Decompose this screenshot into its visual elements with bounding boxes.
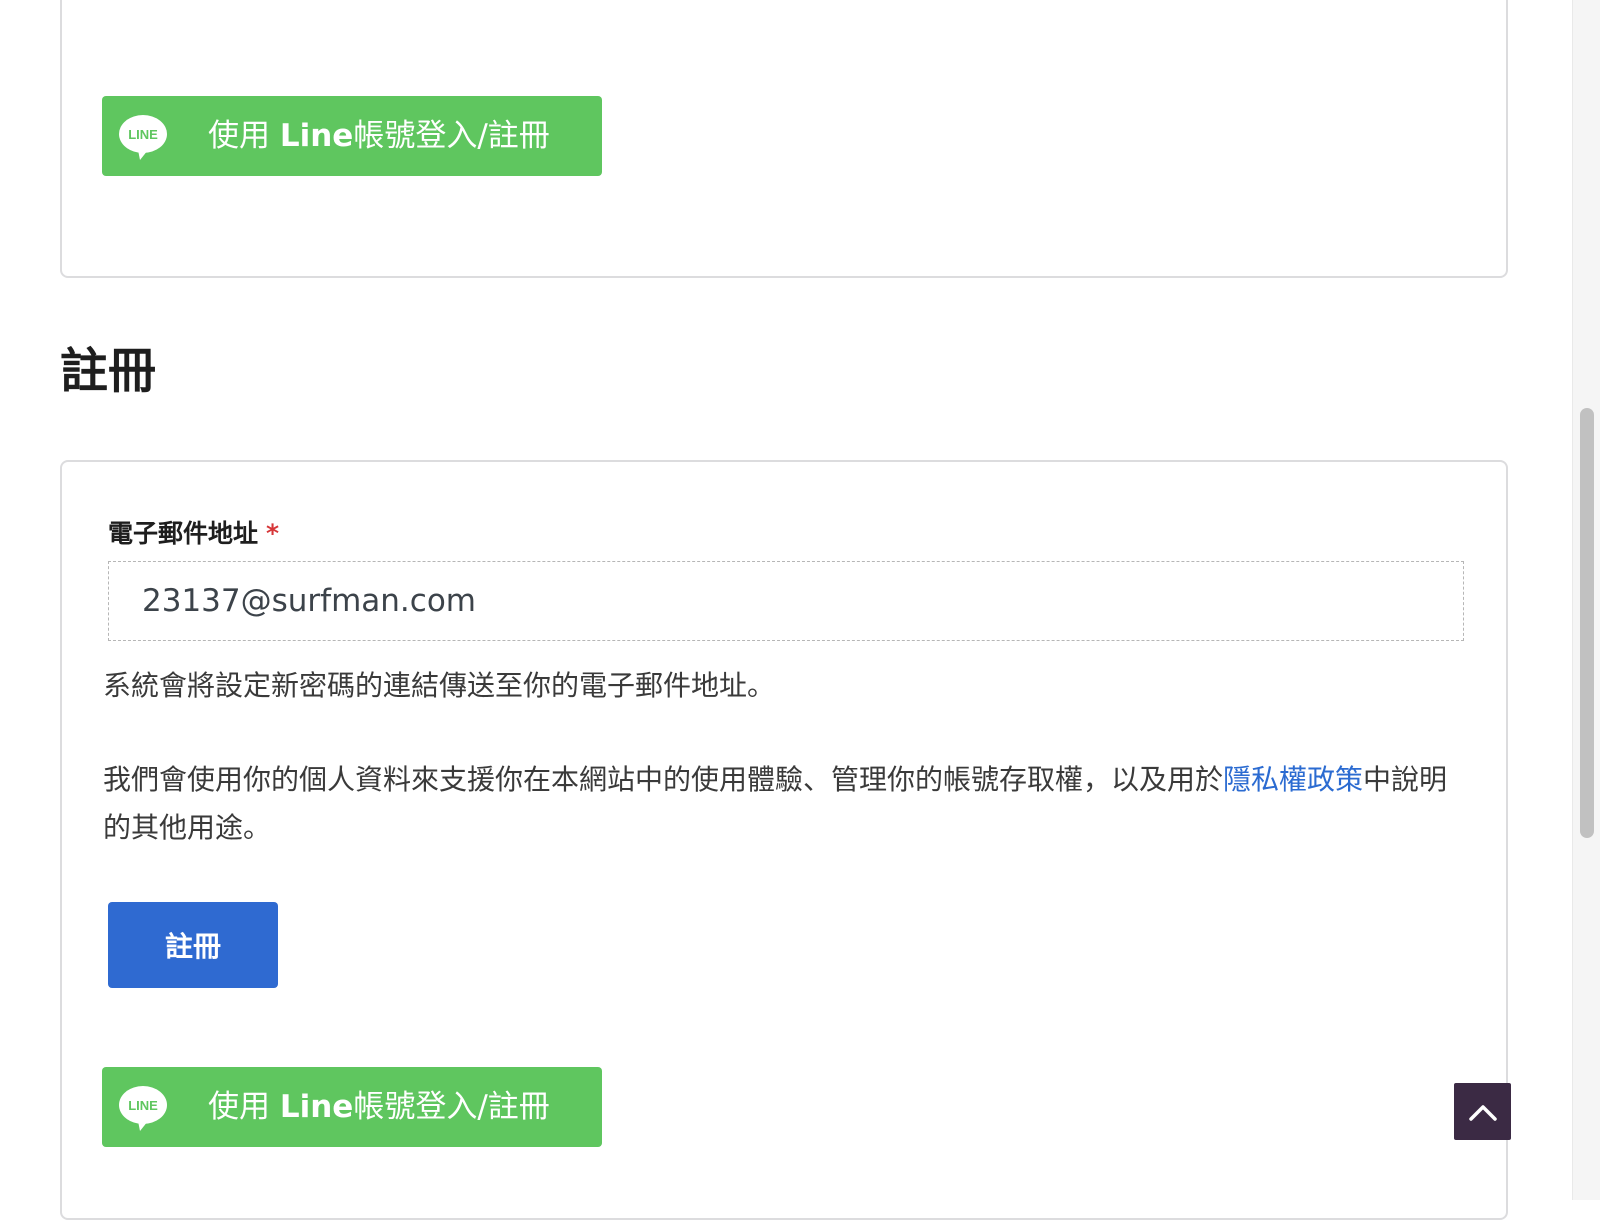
line-logo-icon: LINE bbox=[119, 115, 167, 160]
svg-text:LINE: LINE bbox=[128, 127, 158, 142]
login-card: LINE 使用 Line帳號登入/註冊 bbox=[60, 0, 1508, 278]
register-heading: 註冊 bbox=[60, 343, 157, 399]
chevron-up-icon bbox=[1468, 1104, 1497, 1121]
required-mark: * bbox=[266, 519, 280, 548]
email-field[interactable] bbox=[108, 561, 1464, 641]
line-login-label: 使用 Line帳號登入/註冊 bbox=[208, 118, 550, 154]
register-button[interactable]: 註冊 bbox=[108, 902, 278, 988]
email-label: 電子郵件地址 * bbox=[108, 519, 280, 548]
scroll-to-top-button[interactable] bbox=[1454, 1083, 1511, 1140]
line-login-label: 使用 Line帳號登入/註冊 bbox=[208, 1089, 550, 1125]
password-info-text: 系統會將設定新密碼的連結傳送至你的電子郵件地址。 bbox=[103, 669, 776, 702]
line-logo-icon: LINE bbox=[119, 1086, 167, 1131]
line-login-button-bottom[interactable]: LINE 使用 Line帳號登入/註冊 bbox=[102, 1067, 602, 1147]
line-login-button-top[interactable]: LINE 使用 Line帳號登入/註冊 bbox=[102, 96, 602, 176]
privacy-notice: 我們會使用你的個人資料來支援你在本網站中的使用體驗、管理你的帳號存取權，以及用於… bbox=[103, 763, 1448, 844]
scrollbar-thumb[interactable] bbox=[1580, 408, 1594, 838]
svg-text:LINE: LINE bbox=[128, 1098, 158, 1113]
privacy-policy-link[interactable]: 隱私權政策 bbox=[1223, 763, 1363, 796]
